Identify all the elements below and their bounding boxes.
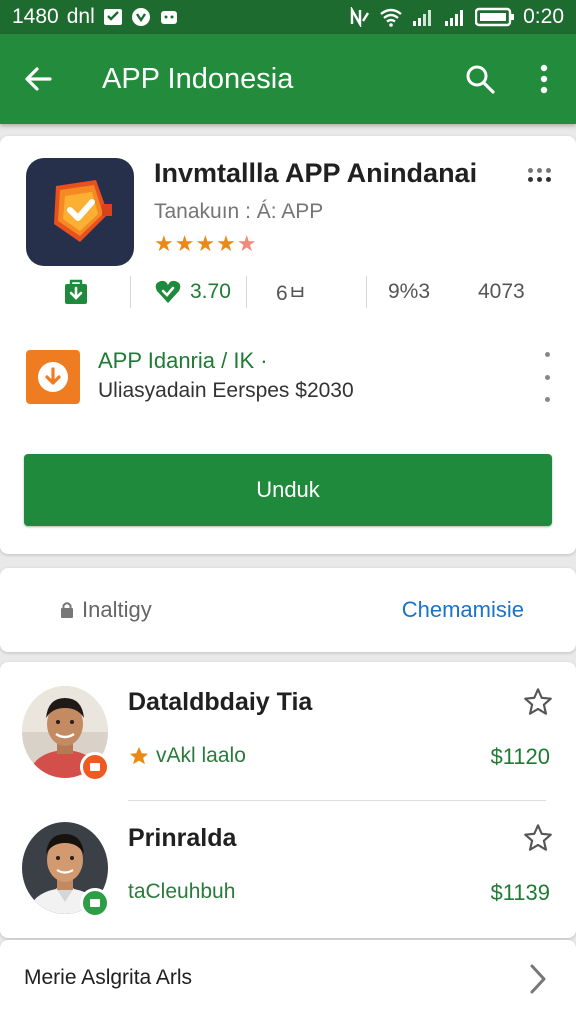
back-arrow-icon bbox=[25, 67, 52, 91]
app-subtitle: Tanakuın : Á: APP bbox=[154, 200, 324, 223]
signal-icon-2 bbox=[443, 7, 467, 27]
security-label: Inaltigy bbox=[82, 597, 152, 622]
favorite-button[interactable] bbox=[522, 822, 554, 854]
heart-check-icon bbox=[155, 280, 181, 303]
app-name: Invmtallla APP Anindanai bbox=[154, 158, 478, 188]
stat-downloads: 9%3 bbox=[388, 270, 430, 314]
battery-icon bbox=[475, 7, 515, 27]
list-item[interactable]: Prinralda taCleuhbuh $1139 bbox=[0, 800, 576, 930]
back-button[interactable] bbox=[0, 34, 76, 124]
star-outline-icon bbox=[524, 688, 552, 715]
app-icon[interactable] bbox=[26, 158, 134, 266]
developer-list-card: Dataldbdaiy Tia vAkl laalo $1120 Prinral… bbox=[0, 662, 576, 938]
badge-icon bbox=[90, 763, 100, 771]
security-card: Inaltigy Chemamisie bbox=[0, 568, 576, 652]
developer-tag-text: taCleuhbuh bbox=[128, 880, 236, 903]
download-circle-icon bbox=[38, 362, 68, 392]
signal-icon-1 bbox=[411, 7, 435, 27]
stat-rating-text: 3.70 bbox=[190, 280, 231, 303]
developer-tag: taCleuhbuh bbox=[128, 880, 235, 904]
wifi-icon bbox=[379, 7, 403, 27]
app-bar: APP Indonesia bbox=[0, 34, 576, 124]
stat-rating: 3.70 bbox=[154, 270, 231, 314]
more-apps-row[interactable]: Merie Aslgrita Arls bbox=[0, 940, 576, 1024]
app-detail-card: Invmtallla APP Anindanai Tanakuın : Á: A… bbox=[0, 136, 576, 554]
overflow-menu-button[interactable] bbox=[512, 34, 576, 124]
stat-downloads-text: 9%3 bbox=[388, 280, 431, 303]
status-bar: 1480 dnl 0:20 bbox=[0, 0, 576, 34]
promo-icon bbox=[26, 350, 80, 404]
shield-check-icon bbox=[54, 180, 112, 242]
security-link[interactable]: Chemamisie bbox=[402, 597, 524, 623]
search-button[interactable] bbox=[448, 34, 512, 124]
full-stars: ★★★★ bbox=[154, 231, 237, 256]
rating-stars: ★★★★★ bbox=[154, 231, 258, 257]
security-info: Inaltigy bbox=[60, 597, 152, 623]
developer-tag: vAkl laalo bbox=[128, 744, 246, 768]
developer-name: Dataldbdaiy Tia bbox=[128, 688, 313, 716]
app-stats-row: 3.70 6ㅂ 9%3 4073 bbox=[0, 270, 576, 314]
stat-size: 6ㅂ bbox=[276, 270, 307, 314]
avatar bbox=[22, 822, 110, 918]
nfc-icon bbox=[349, 7, 371, 27]
lock-icon bbox=[61, 602, 73, 618]
status-time-left: 1480 bbox=[12, 5, 59, 28]
notification-icon bbox=[131, 7, 151, 27]
avatar-badge bbox=[80, 752, 110, 782]
promo-title[interactable]: APP Idanria / IK · bbox=[98, 348, 268, 374]
download-bag-icon bbox=[65, 279, 87, 304]
app-more-button[interactable] bbox=[524, 160, 554, 190]
avatar-badge bbox=[80, 888, 110, 918]
message-icon bbox=[103, 7, 123, 27]
search-icon bbox=[466, 65, 495, 94]
avatar bbox=[22, 686, 110, 782]
developer-price: $1120 bbox=[490, 744, 550, 769]
developer-name: Prinralda bbox=[128, 824, 237, 852]
stat-age: 4073 bbox=[478, 270, 525, 314]
stat-download-icon-cell bbox=[62, 270, 90, 314]
half-star: ★ bbox=[236, 231, 258, 256]
favorite-button[interactable] bbox=[522, 686, 554, 718]
list-item[interactable]: Dataldbdaiy Tia vAkl laalo $1120 bbox=[0, 662, 576, 792]
chevron-right-icon bbox=[526, 962, 550, 996]
status-carrier: dnl bbox=[66, 5, 95, 28]
star-filled-icon bbox=[129, 746, 149, 765]
stat-age-text: 4073 bbox=[478, 280, 525, 303]
promo-subtitle: Uliasyadain Eerspes $2030 bbox=[98, 379, 354, 402]
developer-price: $1139 bbox=[490, 880, 550, 905]
badge-icon bbox=[90, 899, 100, 907]
more-apps-label: Merie Aslgrita Arls bbox=[24, 966, 193, 989]
developer-tag-text: vAkl laalo bbox=[156, 744, 246, 767]
more-vert-icon bbox=[540, 64, 548, 94]
status-time-right: 0:20 bbox=[523, 5, 564, 28]
star-outline-icon bbox=[524, 824, 552, 851]
page-title: APP Indonesia bbox=[102, 62, 294, 95]
stat-size-text: 6ㅂ bbox=[276, 282, 307, 305]
install-button[interactable]: Unduk bbox=[24, 454, 552, 526]
promo-more-button[interactable] bbox=[540, 352, 554, 402]
android-icon bbox=[159, 7, 179, 27]
